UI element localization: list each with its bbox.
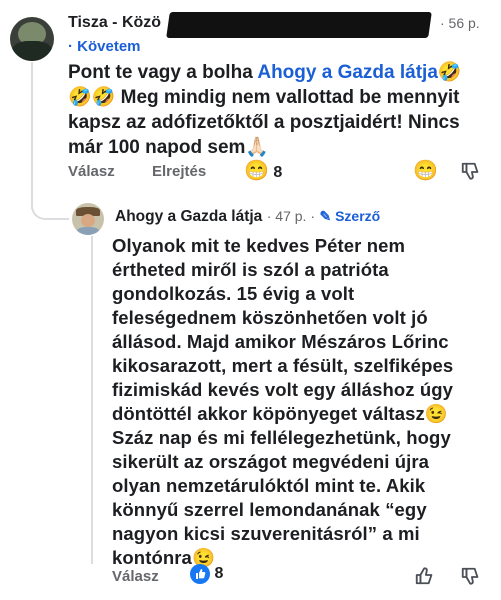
grin-reaction-icon: 😁: [244, 160, 269, 182]
reply-line: állásod. Majd amikor Mészáros Lőrinc: [112, 331, 449, 352]
react-grin-icon[interactable]: 😁: [413, 158, 438, 183]
reply-line: olyan nemzetárulóktól mint te. Akik: [112, 475, 426, 496]
reply-line: döntöttél akkor köpönyeget váltasz😉: [112, 403, 448, 424]
rofl-emoji: 🤣: [437, 62, 462, 83]
reply-line: fizimiskád kevés volt egy álláshoz úgy: [112, 379, 454, 400]
wink-emoji: 😉: [424, 403, 448, 424]
commenter-name[interactable]: Tisza - Közö: [68, 14, 161, 32]
avatar-commenter[interactable]: [10, 17, 54, 61]
reaction-count: 8: [214, 565, 224, 582]
hide-button[interactable]: Elrejtés: [152, 163, 206, 180]
comment-time[interactable]: · 47 p. ·: [267, 208, 315, 224]
dislike-icon[interactable]: [460, 566, 482, 588]
rofl-emoji: 🤣: [91, 87, 116, 108]
follow-link[interactable]: · Követem: [68, 38, 141, 55]
reply-line: értheted miről is szól a patrióta: [112, 259, 389, 280]
pencil-icon: ✎: [319, 208, 332, 224]
reaction-summary[interactable]: 8: [190, 564, 223, 588]
reply-thread-line: [91, 236, 93, 564]
reply-text: Olyanok mit te kedves Péter nem értheted…: [112, 234, 497, 570]
reply-line: könnyű szerrel lemondanának “egy: [112, 499, 427, 520]
thread-connector: [31, 190, 69, 220]
reply-line: gondolkozás. 15 évig a volt: [112, 283, 355, 304]
comment-time[interactable]: · 56 p.: [440, 15, 480, 31]
reply-line: kikosarazott, mert a fésült, szelfiképes: [112, 355, 454, 376]
reply-line: Olyanok mit te kedves Péter nem: [112, 235, 406, 256]
avatar-author[interactable]: [72, 203, 104, 235]
like-reaction-icon: [190, 564, 210, 584]
reply-button[interactable]: Válasz: [68, 163, 115, 180]
reply-line: Száz nap és mi fellélegezhetünk, hogy: [112, 427, 451, 448]
praying-hands-emoji: 🙏🏻: [245, 137, 270, 158]
reply-line: kontónra😉: [112, 547, 216, 568]
redaction-bar: [166, 12, 432, 38]
thread-line: [31, 62, 33, 210]
reply-line: nagyon kicsi szuverenitásról” a mi: [112, 523, 420, 544]
comment-line: már 100 napod sem🙏🏻: [68, 137, 270, 158]
comment-line: 🤣🤣 Meg mindig nem vallottad be mennyit: [68, 87, 460, 108]
author-name[interactable]: Ahogy a Gazda látja: [115, 208, 262, 225]
dislike-icon[interactable]: [460, 161, 482, 183]
mention-link[interactable]: Ahogy a Gazda látja: [257, 62, 438, 83]
reaction-summary[interactable]: 😁 8: [244, 158, 282, 184]
reply-button[interactable]: Válasz: [112, 568, 159, 585]
reply-line: feleségednem köszönhetően volt jó: [112, 307, 428, 328]
reply-line: sikerült az országot megvédeni újra: [112, 451, 430, 472]
comment-line: Pont te vagy a bolha Ahogy a Gazda látja…: [68, 62, 462, 83]
author-header: Ahogy a Gazda látja · 47 p. · ✎ Szerző: [115, 208, 380, 226]
comment-line: kapsz az adófizetőktől a posztjaidért! N…: [68, 112, 460, 133]
like-icon[interactable]: [414, 564, 436, 586]
author-badge[interactable]: ✎ Szerző: [319, 208, 380, 224]
reaction-count: 8: [273, 164, 283, 181]
comment-text: Pont te vagy a bolha Ahogy a Gazda látja…: [68, 60, 498, 160]
rofl-emoji: 🤣: [68, 87, 92, 108]
